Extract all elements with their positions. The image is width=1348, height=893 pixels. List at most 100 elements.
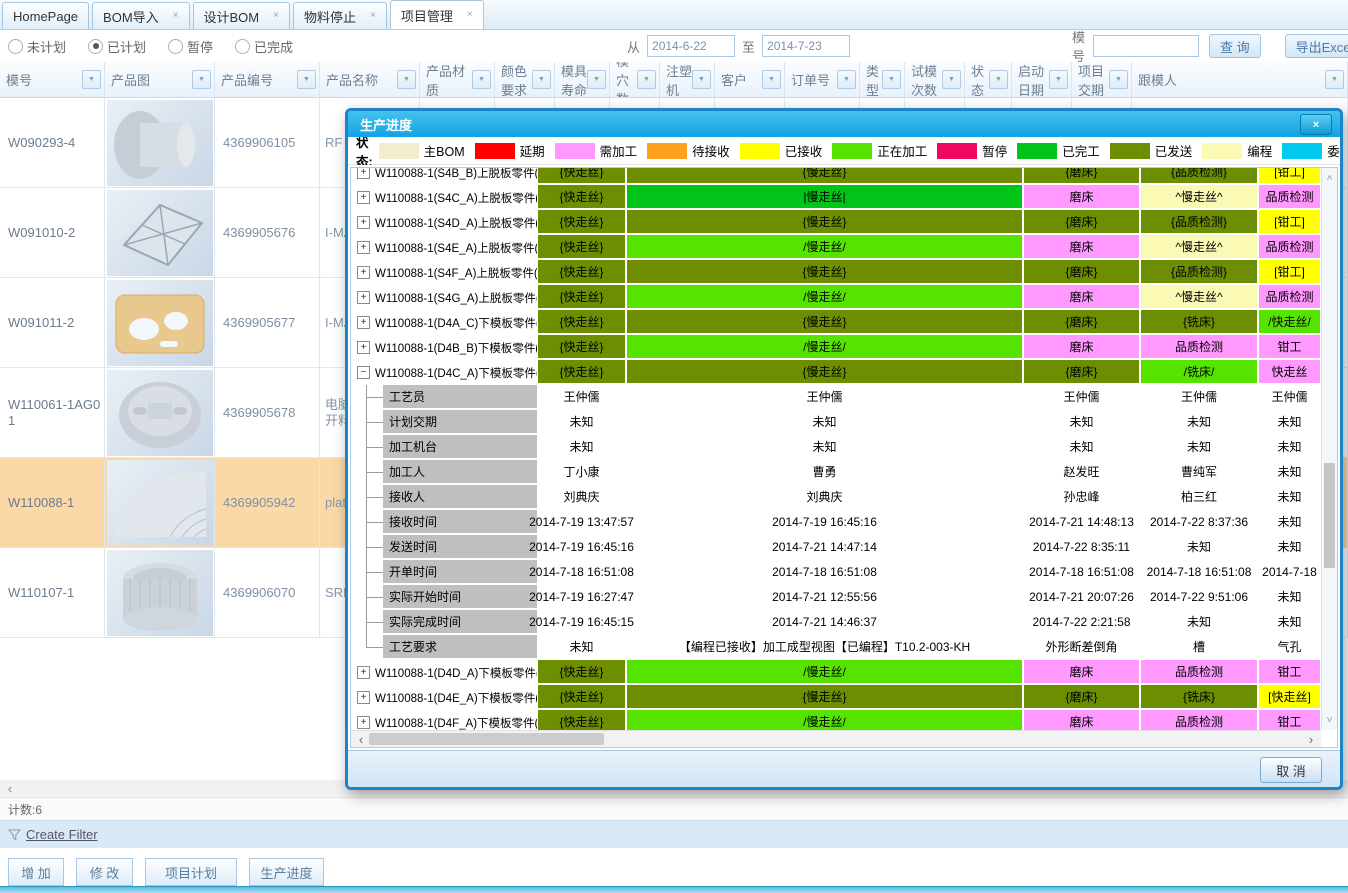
column-header-跟模人[interactable]: 跟模人▼ xyxy=(1132,62,1348,97)
expand-icon[interactable]: + xyxy=(357,168,370,179)
column-header-订单号[interactable]: 订单号▼ xyxy=(785,62,860,97)
expand-icon[interactable]: + xyxy=(357,716,370,729)
expand-icon[interactable]: + xyxy=(357,241,370,254)
expand-icon[interactable]: + xyxy=(357,341,370,354)
column-header-模穴数[interactable]: 模穴数▼ xyxy=(610,62,660,97)
tab-物料停止[interactable]: 物料停止× xyxy=(293,2,387,29)
scroll-left-icon[interactable]: ‹ xyxy=(353,731,369,747)
column-header-产品材质[interactable]: 产品材质▼ xyxy=(420,62,495,97)
expand-icon[interactable]: + xyxy=(357,266,370,279)
column-filter-icon[interactable]: ▼ xyxy=(1325,70,1344,89)
column-header-项目交期[interactable]: 项目交期▼ xyxy=(1072,62,1132,97)
column-filter-icon[interactable]: ▼ xyxy=(762,70,781,89)
tree-row[interactable]: +W110088-1(D4F_A)下模板零件(新增){快走丝}/慢走丝/磨床品质… xyxy=(351,710,1321,730)
tree-row[interactable]: +W110088-1(S4G_A)上脱板零件(新增){快走丝}/慢走丝/磨床^慢… xyxy=(351,285,1321,310)
column-label: 模穴数 xyxy=(616,62,637,97)
column-filter-icon[interactable]: ▼ xyxy=(837,70,856,89)
status-cell-sent: {快走丝} xyxy=(538,168,625,183)
column-label: 项目交期 xyxy=(1078,62,1109,97)
column-filter-icon[interactable]: ▼ xyxy=(532,70,551,89)
date-from-input[interactable] xyxy=(647,35,735,57)
status-cell-wrap: [钳工] xyxy=(1258,210,1321,235)
dialog-vertical-scrollbar[interactable]: ˄ ˅ xyxy=(1321,168,1337,730)
column-filter-icon[interactable]: ▼ xyxy=(297,70,316,89)
column-filter-icon[interactable]: ▼ xyxy=(637,70,656,89)
tree-row[interactable]: +W110088-1(S4D_A)上脱板零件(新增){快走丝}{慢走丝}{磨床}… xyxy=(351,210,1321,235)
column-header-客户[interactable]: 客户▼ xyxy=(715,62,785,97)
scroll-left-icon[interactable]: ‹ xyxy=(2,780,18,797)
column-header-模号[interactable]: 模号▼ xyxy=(0,62,105,97)
action-button-项目计划[interactable]: 项目计划 xyxy=(145,858,237,886)
tab-BOM导入[interactable]: BOM导入× xyxy=(92,2,189,29)
radio-已完成[interactable]: 已完成 xyxy=(235,37,293,56)
column-filter-icon[interactable]: ▼ xyxy=(82,70,101,89)
column-filter-icon[interactable]: ▼ xyxy=(1049,70,1068,89)
expand-icon[interactable]: + xyxy=(357,191,370,204)
scroll-right-icon[interactable]: › xyxy=(1303,731,1319,747)
expand-icon[interactable]: + xyxy=(357,216,370,229)
scroll-down-icon[interactable]: ˅ xyxy=(1322,712,1337,728)
mold-number-input[interactable] xyxy=(1093,35,1199,57)
query-button[interactable]: 查 询 xyxy=(1209,34,1261,58)
column-header-产品名称[interactable]: 产品名称▼ xyxy=(320,62,420,97)
tree-row[interactable]: +W110088-1(D4A_C)下模板零件(新制){快走丝}{慢走丝}{磨床}… xyxy=(351,310,1321,335)
column-filter-icon[interactable]: ▼ xyxy=(397,70,416,89)
tree-row[interactable]: +W110088-1(S4B_B)上脱板零件(新制){快走丝}{慢走丝}{磨床}… xyxy=(351,168,1321,185)
column-header-模具寿命[interactable]: 模具寿命▼ xyxy=(555,62,610,97)
vertical-scroll-thumb[interactable] xyxy=(1324,463,1335,568)
tree-row[interactable]: −W110088-1(D4C_A)下模板零件(新增){快走丝}{慢走丝}{磨床}… xyxy=(351,360,1321,385)
tab-close-icon[interactable]: × xyxy=(467,10,473,20)
column-header-产品图[interactable]: 产品图▼ xyxy=(105,62,215,97)
column-filter-icon[interactable]: ▼ xyxy=(1109,70,1128,89)
status-cell-wrap: {磨床} xyxy=(1023,360,1140,385)
column-header-启动日期[interactable]: 启动日期▼ xyxy=(1012,62,1072,97)
radio-已计划[interactable]: 已计划 xyxy=(88,37,146,56)
action-button-增加[interactable]: 增 加 xyxy=(8,858,64,886)
expand-icon[interactable]: + xyxy=(357,316,370,329)
tab-close-icon[interactable]: × xyxy=(273,11,279,21)
expand-icon[interactable]: + xyxy=(357,291,370,304)
dialog-horizontal-scrollbar[interactable]: ‹ › xyxy=(351,730,1321,747)
tab-close-icon[interactable]: × xyxy=(370,11,376,21)
tab-HomePage[interactable]: HomePage xyxy=(2,2,89,29)
radio-未计划[interactable]: 未计划 xyxy=(8,37,66,56)
tree-row[interactable]: +W110088-1(D4D_A)下模板零件(新增){快走丝}/慢走丝/磨床品质… xyxy=(351,660,1321,685)
tree-row[interactable]: +W110088-1(S4C_A)上脱板零件(新增){快走丝}|慢走丝|磨床^慢… xyxy=(351,185,1321,210)
horizontal-scroll-thumb[interactable] xyxy=(369,733,604,745)
column-header-类型[interactable]: 类型▼ xyxy=(860,62,905,97)
cancel-button[interactable]: 取 消 xyxy=(1260,757,1322,783)
create-filter-link[interactable]: Create Filter xyxy=(26,827,98,842)
detail-value: 2014-7-19 13:47:57 xyxy=(537,510,626,533)
radio-暂停[interactable]: 暂停 xyxy=(168,37,213,56)
column-filter-icon[interactable]: ▼ xyxy=(692,70,711,89)
column-header-状态[interactable]: 状态▼ xyxy=(965,62,1012,97)
tab-设计BOM[interactable]: 设计BOM× xyxy=(193,2,290,29)
tab-close-icon[interactable]: × xyxy=(173,11,179,21)
column-filter-icon[interactable]: ▼ xyxy=(472,70,491,89)
expand-icon[interactable]: + xyxy=(357,666,370,679)
column-header-产品编号[interactable]: 产品编号▼ xyxy=(215,62,320,97)
export-excel-button[interactable]: 导出Excel xyxy=(1285,34,1348,58)
column-filter-icon[interactable]: ▼ xyxy=(882,70,901,89)
collapse-icon[interactable]: − xyxy=(357,366,370,379)
column-filter-icon[interactable]: ▼ xyxy=(942,70,961,89)
tree-row[interactable]: +W110088-1(S4E_A)上脱板零件(新增){快走丝}/慢走丝/磨床^慢… xyxy=(351,235,1321,260)
column-filter-icon[interactable]: ▼ xyxy=(587,70,606,89)
column-filter-icon[interactable]: ▼ xyxy=(989,70,1008,89)
tree-row[interactable]: +W110088-1(D4B_B)下模板零件(新制){快走丝}/慢走丝/磨床品质… xyxy=(351,335,1321,360)
action-button-生产进度[interactable]: 生产进度 xyxy=(249,858,324,886)
tree-row[interactable]: +W110088-1(D4E_A)下模板零件(新增){快走丝}{慢走丝}{磨床}… xyxy=(351,685,1321,710)
part-label: W110088-1(D4C_A)下模板零件(新增) xyxy=(375,365,537,381)
scroll-up-icon[interactable]: ˄ xyxy=(1322,170,1337,186)
column-header-颜色要求[interactable]: 颜色要求▼ xyxy=(495,62,555,97)
expand-icon[interactable]: + xyxy=(357,691,370,704)
tree-row[interactable]: +W110088-1(S4F_A)上脱板零件(新增){快走丝}{慢走丝}{磨床}… xyxy=(351,260,1321,285)
column-header-试模次数[interactable]: 试模次数▼ xyxy=(905,62,965,97)
column-header-注塑机[interactable]: 注塑机▼ xyxy=(660,62,715,97)
column-filter-icon[interactable]: ▼ xyxy=(192,70,211,89)
date-to-input[interactable] xyxy=(762,35,850,57)
tab-项目管理[interactable]: 项目管理× xyxy=(390,0,484,29)
status-cell-wrap: {磨床} xyxy=(1023,260,1140,285)
action-button-修改[interactable]: 修 改 xyxy=(76,858,133,886)
close-icon[interactable]: × xyxy=(1300,114,1332,135)
